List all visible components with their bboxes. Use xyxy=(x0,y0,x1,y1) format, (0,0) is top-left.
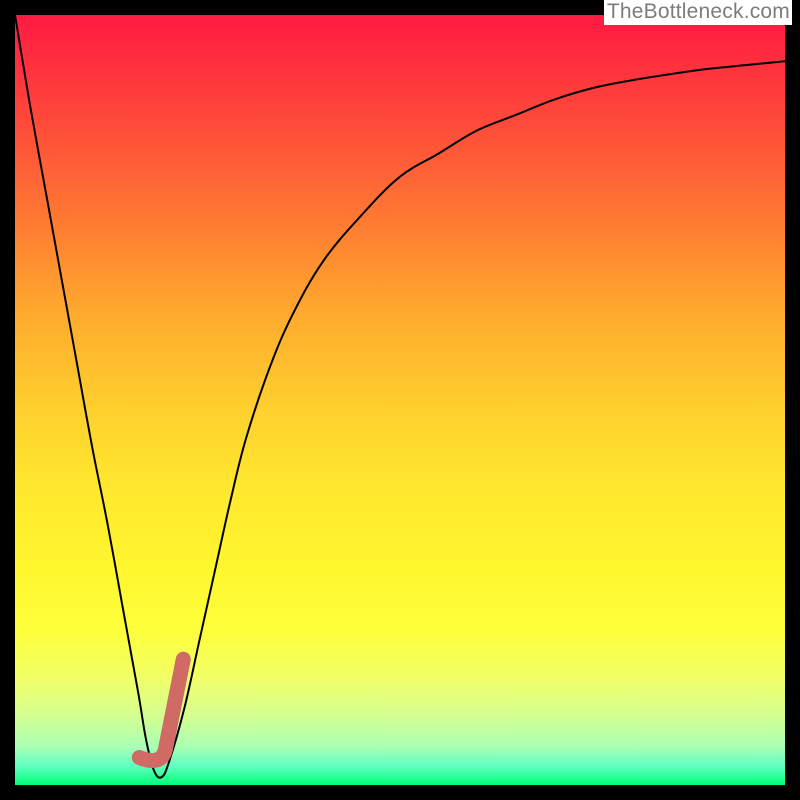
bottleneck-curve xyxy=(15,15,785,778)
attribution-label: TheBottleneck.com xyxy=(604,0,792,25)
plot-area xyxy=(15,15,785,785)
curve-layer xyxy=(15,15,785,785)
chart-stage: TheBottleneck.com xyxy=(0,0,800,800)
j-marker-icon xyxy=(139,659,183,760)
